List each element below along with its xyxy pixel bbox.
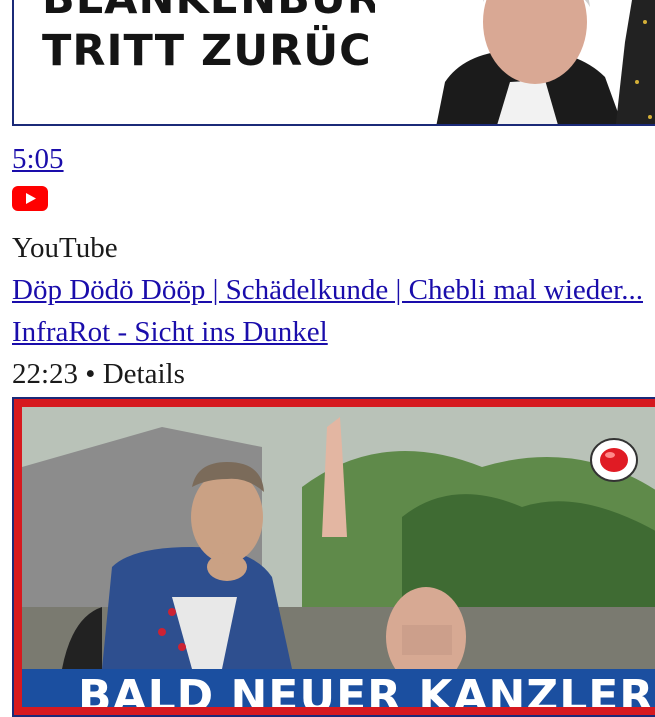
thumbnail-caption: TRITT ZURÜCK! bbox=[42, 26, 427, 76]
youtube-icon bbox=[12, 186, 48, 211]
scene-illustration bbox=[22, 407, 655, 707]
record-icon bbox=[590, 438, 638, 482]
person-photo bbox=[375, 0, 655, 124]
video-duration-link[interactable]: 5:05 bbox=[12, 142, 64, 176]
channel-link[interactable]: InfraRot - Sicht ins Dunkel bbox=[12, 315, 328, 349]
source-label: YouTube bbox=[12, 232, 118, 264]
video-meta: 22:23 • Details bbox=[12, 358, 185, 390]
thumbnail-caption: BALD NEUER KANZLER? bbox=[78, 671, 655, 707]
thumbnail-photo: BALD NEUER KANZLER? bbox=[22, 407, 655, 707]
video-title-link[interactable]: Döp Dödö Dööp | Schädelkunde | Chebli ma… bbox=[12, 273, 643, 307]
video-thumbnail-2[interactable]: BALD NEUER KANZLER? bbox=[12, 397, 655, 717]
video-thumbnail-1[interactable]: BLANKENBURG TRITT ZURÜCK! bbox=[12, 0, 655, 126]
thumbnail-caption-cut: BLANKENBURG bbox=[42, 0, 417, 24]
